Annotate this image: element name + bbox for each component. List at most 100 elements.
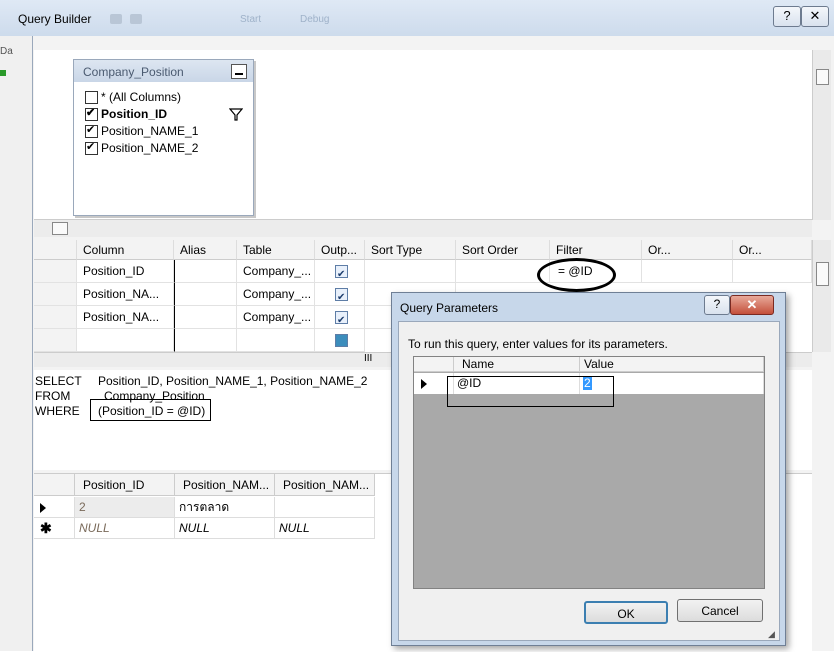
table-box-company-position[interactable]: Company_Position * (All Columns) Positio… [73, 59, 254, 216]
grid-cell-output[interactable] [315, 306, 365, 329]
column-checkbox[interactable] [85, 140, 98, 156]
grid-cell-table[interactable] [237, 329, 315, 352]
grid-cell-column[interactable]: Position_NA... [77, 283, 174, 306]
grid-header-table: Table [237, 240, 315, 260]
grid-cell-alias[interactable] [174, 260, 237, 283]
grid-cell-sort-order[interactable] [456, 260, 550, 283]
dialog-instruction: To run this query, enter values for its … [408, 337, 668, 351]
column-label: * (All Columns) [101, 90, 182, 104]
results-cell[interactable]: การตลาด [175, 497, 275, 518]
gutter-text: Da [0, 46, 13, 57]
diagram-vertical-scrollbar[interactable] [812, 50, 831, 220]
filter-icon [229, 108, 243, 121]
results-header-position-name-2[interactable]: Position_NAM... [275, 474, 375, 496]
results-cell[interactable] [275, 497, 375, 518]
diagram-scroll-thumb[interactable] [816, 69, 829, 85]
column-label: Position_NAME_1 [101, 124, 199, 138]
param-header-name: Name [454, 357, 580, 372]
diagram-hscroll-thumb[interactable] [52, 222, 68, 235]
where-clause-highlight [90, 399, 211, 421]
faded-debug-label: Debug [300, 14, 330, 25]
column-item-position-name-1[interactable]: Position_NAME_1 [85, 123, 199, 141]
output-checkbox[interactable] [335, 286, 348, 305]
new-row-indicator[interactable]: ✱ [34, 518, 75, 539]
param-grid-corner [414, 357, 454, 372]
help-icon: ? [713, 297, 721, 311]
results-cell[interactable]: NULL [275, 518, 375, 539]
grid-row-header-corner [34, 240, 77, 260]
results-header-position-id[interactable]: Position_ID [75, 474, 175, 496]
left-gutter: Da [0, 36, 32, 651]
grid-cell-table[interactable]: Company_... [237, 306, 315, 329]
column-item-position-id[interactable]: Position_ID [85, 106, 168, 124]
grid-header-filter: Filter [550, 240, 642, 260]
help-icon: ? [783, 8, 791, 23]
grid-cell-output[interactable] [315, 283, 365, 306]
grid-header-or-1: Or... [642, 240, 733, 260]
column-label: Position_ID [101, 107, 168, 121]
table-name: Company_Position [83, 65, 184, 79]
cancel-button[interactable]: Cancel [677, 599, 763, 622]
sql-where-keyword: WHERE [35, 404, 80, 418]
minimize-icon[interactable] [231, 64, 247, 79]
grid-cell-column[interactable]: Position_NA... [77, 306, 174, 329]
sql-from-keyword: FROM [35, 389, 71, 403]
results-cell[interactable]: 2 [75, 497, 175, 518]
faded-link-icon [130, 14, 142, 24]
results-header-position-name-1[interactable]: Position_NAM... [175, 474, 275, 496]
dialog-close-button[interactable]: ✕ [730, 295, 774, 315]
grid-cell-column[interactable]: Position_ID [77, 260, 174, 283]
grid-header-alias: Alias [174, 240, 237, 260]
grid-scroll-grip[interactable]: III [364, 353, 372, 364]
faded-start-label: Start [240, 14, 262, 25]
query-parameters-dialog[interactable]: Query Parameters ? ✕ To run this query, … [391, 292, 786, 646]
grid-cell-alias[interactable] [174, 306, 237, 329]
results-row-indicator[interactable] [34, 497, 75, 518]
column-checkbox[interactable] [85, 106, 98, 122]
results-corner [34, 474, 75, 496]
column-checkbox[interactable] [85, 123, 98, 139]
grid-row-selector[interactable] [34, 260, 77, 283]
grid-vertical-scrollbar[interactable] [812, 240, 831, 352]
row-arrow-icon [40, 503, 46, 513]
grid-header-output: Outp... [315, 240, 365, 260]
results-cell[interactable]: NULL [75, 518, 175, 539]
diagram-horizontal-scrollbar[interactable] [34, 219, 812, 237]
window-title: Query Builder [18, 12, 92, 26]
grid-scroll-thumb[interactable] [816, 262, 829, 286]
grid-cell-alias[interactable] [174, 283, 237, 306]
grid-row-selector[interactable] [34, 329, 77, 352]
column-item-position-name-2[interactable]: Position_NAME_2 [85, 140, 199, 158]
filter-highlight-annotation [537, 258, 616, 292]
help-button[interactable]: ? [773, 6, 801, 27]
grid-cell-output[interactable] [315, 329, 365, 352]
close-button[interactable]: ✕ [801, 6, 829, 27]
dialog-help-button[interactable]: ? [704, 295, 730, 315]
grid-cell-or[interactable] [733, 260, 812, 283]
faded-save-icon [110, 14, 122, 24]
grid-cell-output[interactable] [315, 260, 365, 283]
param-row-highlight [447, 376, 614, 407]
results-cell[interactable]: NULL [175, 518, 275, 539]
resize-grip-icon[interactable]: ◢ [768, 629, 775, 640]
column-item-all[interactable]: * (All Columns) [85, 90, 181, 107]
sql-select-columns: Position_ID, Position_NAME_1, Position_N… [98, 374, 368, 388]
output-checkbox[interactable] [335, 263, 348, 282]
grid-header-sort-type: Sort Type [365, 240, 456, 260]
column-label: Position_NAME_2 [101, 141, 199, 155]
grid-cell-table[interactable]: Company_... [237, 260, 315, 283]
grid-row-selector[interactable] [34, 283, 77, 306]
output-checkbox[interactable] [335, 334, 348, 348]
grid-row-selector[interactable] [34, 306, 77, 329]
grid-cell-sort-type[interactable] [365, 260, 456, 283]
grid-cell-alias[interactable] [174, 329, 237, 352]
grid-cell-table[interactable]: Company_... [237, 283, 315, 306]
column-checkbox[interactable] [85, 91, 98, 105]
ok-button[interactable]: OK [584, 601, 668, 624]
dialog-title: Query Parameters [400, 301, 499, 315]
table-box-header[interactable]: Company_Position [74, 60, 253, 82]
grid-cell-or[interactable] [642, 260, 733, 283]
output-checkbox[interactable] [335, 309, 348, 328]
window-titlebar [0, 0, 834, 36]
grid-cell-column[interactable] [77, 329, 174, 352]
